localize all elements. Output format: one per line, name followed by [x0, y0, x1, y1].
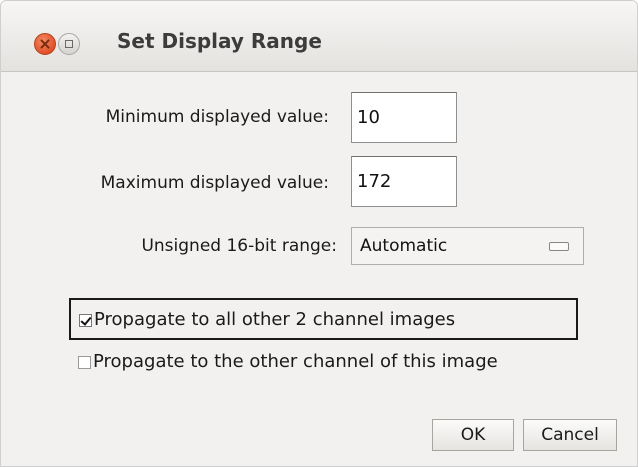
- checkbox-checked-icon: [79, 313, 92, 327]
- propagate-other-checkbox[interactable]: Propagate to the other channel of this i…: [78, 351, 637, 381]
- propagate-all-checkbox[interactable]: Propagate to all other 2 channel images: [69, 298, 578, 340]
- range-select[interactable]: Automatic: [351, 227, 584, 265]
- set-display-range-dialog: Set Display Range Minimum displayed valu…: [0, 0, 638, 467]
- close-window-icon[interactable]: [34, 33, 56, 55]
- max-value-label: Maximum displayed value:: [100, 173, 329, 193]
- dropdown-icon: [549, 242, 569, 251]
- range-label: Unsigned 16-bit range:: [141, 236, 337, 256]
- min-value-input[interactable]: [351, 92, 457, 143]
- min-value-label: Minimum displayed value:: [105, 107, 329, 127]
- ok-button[interactable]: OK: [432, 419, 514, 451]
- maximize-window-icon[interactable]: [58, 33, 80, 55]
- max-value-input[interactable]: [351, 156, 457, 207]
- range-select-value: Automatic: [360, 236, 448, 256]
- propagate-all-label: Propagate to all other 2 channel images: [94, 309, 456, 330]
- cancel-button[interactable]: Cancel: [523, 419, 617, 451]
- checkbox-unchecked-icon: [78, 355, 91, 369]
- title-bar: Set Display Range: [1, 1, 637, 72]
- propagate-other-label: Propagate to the other channel of this i…: [93, 351, 498, 372]
- window-title: Set Display Range: [117, 29, 322, 53]
